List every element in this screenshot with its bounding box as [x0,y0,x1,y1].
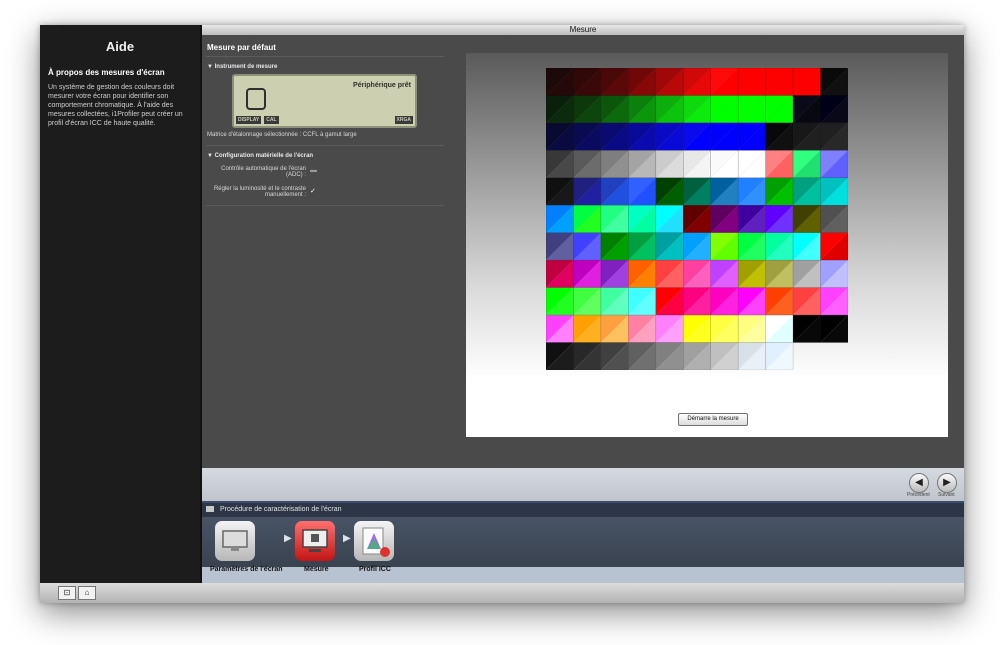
disclosure-triangle-icon: ▼ [207,153,213,159]
fullscreen-button[interactable]: ⊡ [58,586,76,600]
step-label-icc-profile: Profil ICC [359,566,391,573]
help-panel: Aide À propos des mesures d'écran Un sys… [40,25,200,583]
manual-adjust-checkbox[interactable]: ✓ [310,187,316,195]
patch-preview-area: Démarre la mesure [466,53,948,437]
instrument-lcd: Périphérique prêt DISPLAY CAL XRGA [232,74,417,128]
help-title: Aide [105,39,135,54]
color-patch-grid [546,68,848,370]
previous-button[interactable]: ◀ [909,473,929,493]
manual-adjust-label: Régler la luminosité et le contraste man… [213,186,306,198]
disclosure-triangle-icon: ▼ [207,64,213,70]
navigation-bar: ◀ Précédent ▶ Suivant [202,468,964,501]
adc-checkbox[interactable]: ▬ [310,167,317,174]
arrow-left-icon: ◀ [915,477,923,488]
bottom-bar: ⊡ ⌂ [40,583,964,603]
hardware-heading[interactable]: ▼ Configuration matérielle de l'écran [207,153,313,159]
workflow-steps: ▶ ▶ [202,517,964,567]
step-label-measurement: Mesure [304,566,329,573]
arrow-right-icon: ▶ [943,477,951,488]
divider [206,145,444,146]
main-content: Mesure par défaut ▼ Instrument de mesure… [202,35,964,468]
previous-label: Précédent [907,492,930,498]
step-display-settings[interactable] [215,521,255,561]
app-window: Aide À propos des mesures d'écran Un sys… [40,25,964,603]
instrument-device-icon [246,88,266,110]
next-label: Suivant [938,492,955,498]
window-titlebar[interactable]: Mesure [202,25,964,35]
monitor-icon [206,506,214,513]
start-measurement-button[interactable]: Démarre la mesure [678,413,748,426]
help-body: Un système de gestion des couleurs doit … [48,84,183,127]
workflow-title: Procédure de caractérisation de l'écran [219,506,342,513]
fullscreen-icon: ⊡ [63,588,71,597]
next-button[interactable]: ▶ [937,473,957,493]
matrix-label: Matrice d'étalonnage sélectionnée : [207,132,302,138]
instrument-heading[interactable]: ▼ Instrument de mesure [207,64,277,70]
workflow-footer: Paramètres de l'écran Mesure Profil ICC [202,566,964,583]
adc-label: Contrôle automatique de l'écran (ADC) : [221,166,306,178]
step-label-display-settings: Paramètres de l'écran [210,566,283,573]
window-title: Mesure [569,25,597,34]
divider [206,56,444,57]
measurement-icon [302,529,328,552]
lcd-chip-bar: DISPLAY CAL XRGA [236,115,413,124]
lcd-chip-cal: CAL [264,115,279,124]
step-arrow-icon: ▶ [284,533,292,544]
home-icon: ⌂ [84,588,90,597]
section-title: Mesure par défaut [207,43,276,52]
home-button[interactable]: ⌂ [78,586,96,600]
matrix-value: CCFL à gamut large [302,132,357,138]
device-status: Périphérique prêt [353,82,411,89]
icc-profile-icon [362,527,390,557]
calibration-matrix: Matrice d'étalonnage sélectionnée : CCFL… [207,132,357,138]
workflow-header: Procédure de caractérisation de l'écran [202,503,964,517]
step-arrow-icon: ▶ [343,533,351,544]
color-patch-svg [546,68,848,370]
lcd-chip-xrga: XRGA [394,115,413,124]
divider [206,205,444,206]
step-icc-profile[interactable] [354,521,394,561]
lcd-chip-display: DISPLAY [236,115,262,124]
step-measurement[interactable] [295,521,335,561]
display-settings-icon [222,530,248,551]
help-subtitle: À propos des mesures d'écran [48,68,165,77]
